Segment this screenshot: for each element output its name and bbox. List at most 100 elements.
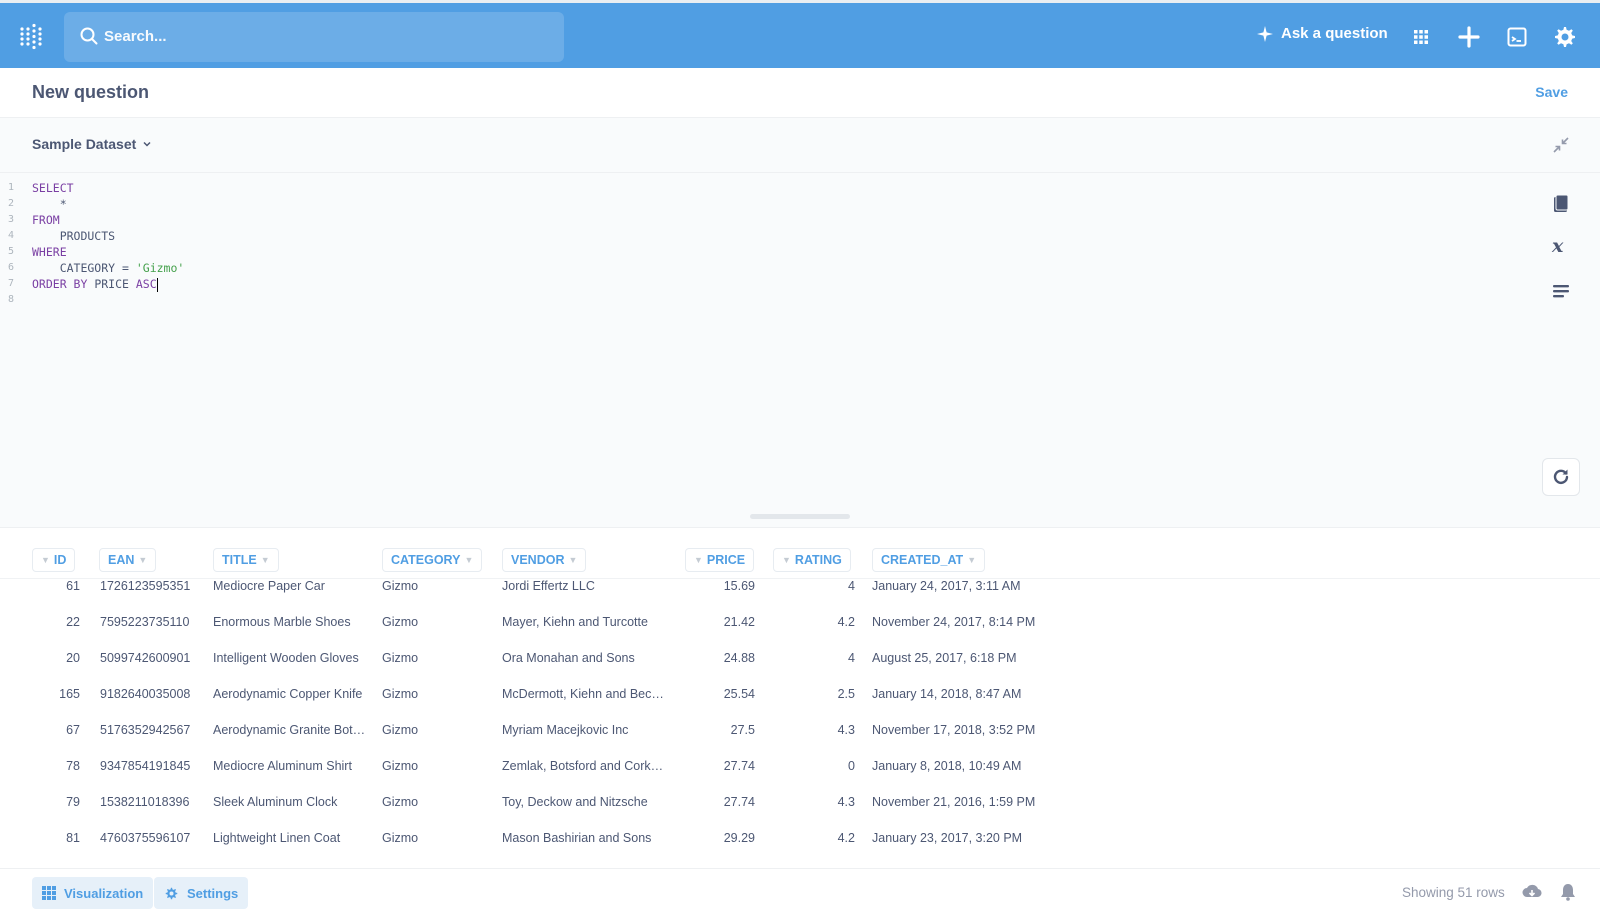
chevron-down-icon: ▼ [260, 555, 270, 565]
save-button[interactable]: Save [1535, 84, 1568, 100]
download-icon[interactable] [1522, 883, 1542, 901]
cell-vendor: McDermott, Kiehn and Bec… [502, 687, 664, 701]
database-picker[interactable]: Sample Dataset [32, 136, 152, 152]
view-footer: Visualization Settings Showing 51 rows [0, 868, 1600, 916]
row-count: Showing 51 rows [1402, 885, 1505, 900]
settings-button[interactable]: Settings [154, 877, 249, 909]
cell-price: 27.74 [723, 795, 755, 809]
database-name: Sample Dataset [32, 136, 137, 152]
settings-label: Settings [187, 885, 239, 901]
cell-vendor: Ora Monahan and Sons [502, 651, 635, 665]
chevron-down-icon: ▼ [41, 555, 50, 565]
table-row[interactable]: 78 9347854191845 Mediocre Aluminum Shirt… [0, 748, 1600, 784]
visualization-button[interactable]: Visualization [32, 877, 154, 909]
cell-price: 21.42 [723, 615, 755, 629]
cell-category: Gizmo [382, 795, 419, 809]
cell-price: 24.88 [723, 651, 755, 665]
cell-created-at: November 24, 2017, 8:14 PM [872, 615, 1036, 629]
sparkle-icon [1257, 25, 1273, 42]
cell-id: 78 [66, 759, 80, 773]
cell-category: Gizmo [382, 723, 419, 737]
variable-icon[interactable]: x [1551, 236, 1571, 256]
cell-price: 29.29 [723, 831, 755, 845]
table-row[interactable]: 165 9182640035008 Aerodynamic Copper Kni… [0, 676, 1600, 712]
sql-code-editor[interactable]: 1 SELECT 2 * 3 FROM 4 PRODUCTS 5 WHERE 6 CA… [0, 180, 184, 308]
chevron-down-icon: ▼ [464, 555, 474, 565]
cell-ean: 1538211018396 [100, 795, 190, 809]
line-number: 7 [7, 278, 14, 289]
search-icon [80, 27, 98, 45]
grid-icon[interactable] [1408, 24, 1434, 50]
chevron-down-icon: ▼ [138, 555, 148, 565]
table-row[interactable]: 61 1726123595351 Mediocre Paper Car Gizm… [0, 568, 1600, 604]
cell-id: 81 [66, 831, 80, 845]
chevron-down-icon: ▼ [782, 555, 791, 565]
editor-resize-handle[interactable] [750, 514, 850, 519]
cell-rating: 4.3 [837, 723, 855, 737]
line-number: 6 [7, 262, 14, 273]
table-row[interactable]: 20 5099742600901 Intelligent Wooden Glov… [0, 640, 1600, 676]
svg-text:x: x [1551, 236, 1564, 256]
snippet-icon[interactable] [1551, 281, 1571, 301]
table-row[interactable]: 67 5176352942567 Aerodynamic Granite Bot… [0, 712, 1600, 748]
chevron-down-icon: ▼ [568, 555, 578, 565]
data-reference-icon[interactable] [1551, 194, 1571, 214]
visualization-label: Visualization [64, 885, 144, 901]
table-row[interactable]: 81 4760375596107 Lightweight Linen Coat … [0, 820, 1600, 856]
run-query-button[interactable] [1542, 458, 1580, 496]
bell-icon[interactable] [1560, 883, 1576, 901]
cell-rating: 0 [848, 759, 855, 773]
cell-category: Gizmo [382, 651, 419, 665]
browse-icon[interactable] [1504, 24, 1530, 50]
cell-created-at: January 23, 2017, 3:20 PM [872, 831, 1023, 845]
cell-rating: 2.5 [837, 687, 855, 701]
cell-vendor: Toy, Deckow and Nitzsche [502, 795, 648, 809]
gear-icon[interactable] [1552, 24, 1578, 50]
cell-category: Gizmo [382, 687, 419, 701]
cell-category: Gizmo [382, 579, 419, 593]
ask-question-label: Ask a question [1281, 25, 1388, 42]
cell-created-at: November 17, 2018, 3:52 PM [872, 723, 1036, 737]
cell-price: 15.69 [723, 579, 755, 593]
code-line: 7 ORDER BY PRICE ASC [0, 276, 184, 292]
cell-vendor: Mason Bashirian and Sons [502, 831, 652, 845]
cell-ean: 5176352942567 [100, 723, 191, 737]
native-query-editor: Sample Dataset 1 SELECT 2 * 3 FROM 4 PRODU… [0, 118, 1600, 528]
code-line: 8 [0, 292, 184, 308]
search-input[interactable]: Search... [104, 28, 167, 45]
line-number: 8 [7, 294, 14, 305]
top-navbar: Search... Ask a question [0, 0, 1600, 68]
gear-icon [165, 887, 178, 899]
cell-ean: 1726123595351 [100, 579, 191, 593]
cell-created-at: January 24, 2017, 3:11 AM [872, 579, 1021, 593]
cell-ean: 7595223735110 [100, 615, 190, 629]
cell-title: Aerodynamic Granite Bot… [213, 723, 366, 737]
cell-id: 20 [66, 651, 80, 665]
table-row[interactable]: 79 1538211018396 Sleek Aluminum Clock Gi… [0, 784, 1600, 820]
cell-category: Gizmo [382, 759, 419, 773]
cell-ean: 4760375596107 [100, 831, 191, 845]
cell-title: Lightweight Linen Coat [213, 831, 341, 845]
search-bar[interactable]: Search... [64, 12, 564, 62]
cell-rating: 4.2 [837, 615, 855, 629]
cell-created-at: January 8, 2018, 10:49 AM [872, 759, 1022, 773]
cell-id: 67 [66, 723, 80, 737]
metabase-logo-icon[interactable] [18, 23, 46, 51]
cell-title: Sleek Aluminum Clock [213, 795, 338, 809]
line-number: 5 [7, 246, 14, 257]
collapse-editor-icon[interactable] [1552, 136, 1570, 154]
code-line: 2 * [0, 196, 184, 212]
cell-id: 22 [66, 615, 80, 629]
table-row[interactable]: 22 7595223735110 Enormous Marble Shoes G… [0, 604, 1600, 640]
code-line: 4 PRODUCTS [0, 228, 184, 244]
ask-question-button[interactable]: Ask a question [1257, 25, 1388, 42]
editor-divider [0, 172, 1600, 173]
cell-title: Aerodynamic Copper Knife [213, 687, 363, 701]
cell-category: Gizmo [382, 831, 419, 845]
refresh-icon [1553, 469, 1569, 484]
cell-ean: 9347854191845 [100, 759, 191, 773]
line-number: 4 [7, 230, 14, 241]
plus-icon[interactable] [1456, 24, 1482, 50]
cell-price: 27.74 [723, 759, 755, 773]
cell-title: Enormous Marble Shoes [213, 615, 351, 629]
